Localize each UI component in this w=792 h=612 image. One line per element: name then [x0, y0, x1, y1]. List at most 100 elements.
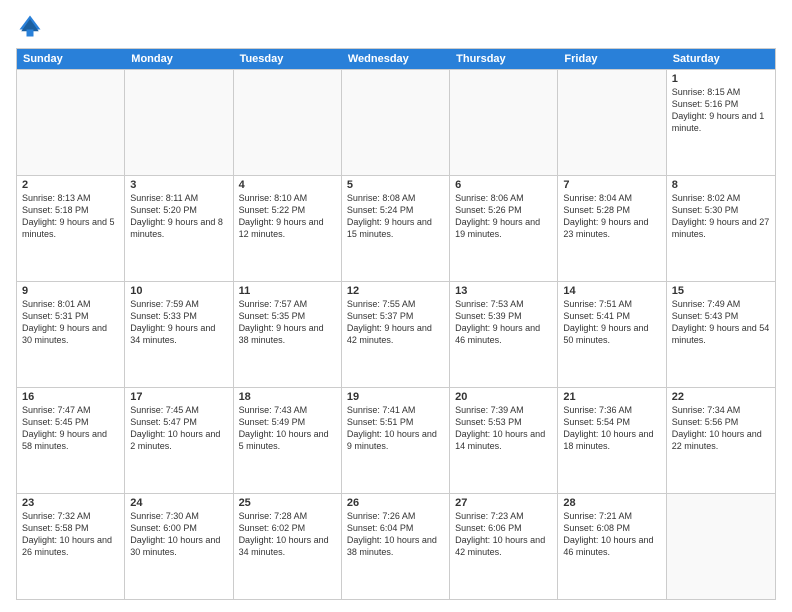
- day-info: Sunrise: 8:01 AM Sunset: 5:31 PM Dayligh…: [22, 298, 119, 347]
- calendar-cell: [125, 70, 233, 175]
- cal-header-day: Monday: [125, 49, 233, 69]
- calendar-cell: 16Sunrise: 7:47 AM Sunset: 5:45 PM Dayli…: [17, 388, 125, 493]
- day-number: 10: [130, 285, 227, 297]
- cal-header-day: Tuesday: [234, 49, 342, 69]
- calendar-cell: 23Sunrise: 7:32 AM Sunset: 5:58 PM Dayli…: [17, 494, 125, 599]
- day-number: 13: [455, 285, 552, 297]
- day-number: 20: [455, 391, 552, 403]
- day-number: 3: [130, 179, 227, 191]
- day-info: Sunrise: 8:04 AM Sunset: 5:28 PM Dayligh…: [563, 192, 660, 241]
- calendar-cell: 17Sunrise: 7:45 AM Sunset: 5:47 PM Dayli…: [125, 388, 233, 493]
- calendar-cell: [450, 70, 558, 175]
- calendar-cell: 3Sunrise: 8:11 AM Sunset: 5:20 PM Daylig…: [125, 176, 233, 281]
- day-number: 2: [22, 179, 119, 191]
- cal-header-day: Thursday: [450, 49, 558, 69]
- day-info: Sunrise: 7:21 AM Sunset: 6:08 PM Dayligh…: [563, 510, 660, 559]
- calendar-cell: [342, 70, 450, 175]
- day-info: Sunrise: 7:32 AM Sunset: 5:58 PM Dayligh…: [22, 510, 119, 559]
- day-number: 11: [239, 285, 336, 297]
- day-info: Sunrise: 8:08 AM Sunset: 5:24 PM Dayligh…: [347, 192, 444, 241]
- calendar-cell: 1Sunrise: 8:15 AM Sunset: 5:16 PM Daylig…: [667, 70, 775, 175]
- day-number: 9: [22, 285, 119, 297]
- day-info: Sunrise: 7:41 AM Sunset: 5:51 PM Dayligh…: [347, 404, 444, 453]
- calendar-cell: 14Sunrise: 7:51 AM Sunset: 5:41 PM Dayli…: [558, 282, 666, 387]
- calendar-cell: 5Sunrise: 8:08 AM Sunset: 5:24 PM Daylig…: [342, 176, 450, 281]
- day-number: 19: [347, 391, 444, 403]
- day-info: Sunrise: 7:59 AM Sunset: 5:33 PM Dayligh…: [130, 298, 227, 347]
- day-number: 12: [347, 285, 444, 297]
- calendar-cell: [234, 70, 342, 175]
- calendar-cell: 28Sunrise: 7:21 AM Sunset: 6:08 PM Dayli…: [558, 494, 666, 599]
- calendar-cell: 19Sunrise: 7:41 AM Sunset: 5:51 PM Dayli…: [342, 388, 450, 493]
- day-info: Sunrise: 7:55 AM Sunset: 5:37 PM Dayligh…: [347, 298, 444, 347]
- calendar-row: 9Sunrise: 8:01 AM Sunset: 5:31 PM Daylig…: [17, 281, 775, 387]
- day-info: Sunrise: 8:10 AM Sunset: 5:22 PM Dayligh…: [239, 192, 336, 241]
- calendar-row: 1Sunrise: 8:15 AM Sunset: 5:16 PM Daylig…: [17, 69, 775, 175]
- day-number: 5: [347, 179, 444, 191]
- calendar-cell: 7Sunrise: 8:04 AM Sunset: 5:28 PM Daylig…: [558, 176, 666, 281]
- day-number: 8: [672, 179, 770, 191]
- day-number: 27: [455, 497, 552, 509]
- day-info: Sunrise: 7:23 AM Sunset: 6:06 PM Dayligh…: [455, 510, 552, 559]
- day-number: 26: [347, 497, 444, 509]
- day-number: 23: [22, 497, 119, 509]
- day-info: Sunrise: 7:28 AM Sunset: 6:02 PM Dayligh…: [239, 510, 336, 559]
- calendar-cell: 9Sunrise: 8:01 AM Sunset: 5:31 PM Daylig…: [17, 282, 125, 387]
- day-number: 4: [239, 179, 336, 191]
- calendar-cell: 18Sunrise: 7:43 AM Sunset: 5:49 PM Dayli…: [234, 388, 342, 493]
- calendar-cell: 10Sunrise: 7:59 AM Sunset: 5:33 PM Dayli…: [125, 282, 233, 387]
- calendar-cell: 27Sunrise: 7:23 AM Sunset: 6:06 PM Dayli…: [450, 494, 558, 599]
- day-info: Sunrise: 7:47 AM Sunset: 5:45 PM Dayligh…: [22, 404, 119, 453]
- calendar: SundayMondayTuesdayWednesdayThursdayFrid…: [16, 48, 776, 600]
- day-info: Sunrise: 7:51 AM Sunset: 5:41 PM Dayligh…: [563, 298, 660, 347]
- day-info: Sunrise: 7:53 AM Sunset: 5:39 PM Dayligh…: [455, 298, 552, 347]
- calendar-cell: 11Sunrise: 7:57 AM Sunset: 5:35 PM Dayli…: [234, 282, 342, 387]
- day-number: 21: [563, 391, 660, 403]
- day-number: 16: [22, 391, 119, 403]
- day-info: Sunrise: 8:11 AM Sunset: 5:20 PM Dayligh…: [130, 192, 227, 241]
- day-number: 6: [455, 179, 552, 191]
- day-number: 22: [672, 391, 770, 403]
- calendar-cell: 12Sunrise: 7:55 AM Sunset: 5:37 PM Dayli…: [342, 282, 450, 387]
- calendar-cell: 21Sunrise: 7:36 AM Sunset: 5:54 PM Dayli…: [558, 388, 666, 493]
- cal-header-day: Saturday: [667, 49, 775, 69]
- day-info: Sunrise: 7:45 AM Sunset: 5:47 PM Dayligh…: [130, 404, 227, 453]
- day-number: 25: [239, 497, 336, 509]
- cal-header-day: Friday: [558, 49, 666, 69]
- day-number: 18: [239, 391, 336, 403]
- day-info: Sunrise: 7:34 AM Sunset: 5:56 PM Dayligh…: [672, 404, 770, 453]
- day-info: Sunrise: 7:49 AM Sunset: 5:43 PM Dayligh…: [672, 298, 770, 347]
- logo: [16, 12, 48, 40]
- header: [16, 12, 776, 40]
- calendar-body: 1Sunrise: 8:15 AM Sunset: 5:16 PM Daylig…: [17, 69, 775, 599]
- calendar-row: 23Sunrise: 7:32 AM Sunset: 5:58 PM Dayli…: [17, 493, 775, 599]
- day-info: Sunrise: 8:13 AM Sunset: 5:18 PM Dayligh…: [22, 192, 119, 241]
- calendar-cell: 26Sunrise: 7:26 AM Sunset: 6:04 PM Dayli…: [342, 494, 450, 599]
- day-info: Sunrise: 7:57 AM Sunset: 5:35 PM Dayligh…: [239, 298, 336, 347]
- calendar-row: 16Sunrise: 7:47 AM Sunset: 5:45 PM Dayli…: [17, 387, 775, 493]
- day-number: 15: [672, 285, 770, 297]
- calendar-cell: 2Sunrise: 8:13 AM Sunset: 5:18 PM Daylig…: [17, 176, 125, 281]
- calendar-cell: [558, 70, 666, 175]
- day-number: 24: [130, 497, 227, 509]
- day-number: 14: [563, 285, 660, 297]
- day-info: Sunrise: 7:30 AM Sunset: 6:00 PM Dayligh…: [130, 510, 227, 559]
- day-info: Sunrise: 7:39 AM Sunset: 5:53 PM Dayligh…: [455, 404, 552, 453]
- day-info: Sunrise: 7:26 AM Sunset: 6:04 PM Dayligh…: [347, 510, 444, 559]
- calendar-cell: 24Sunrise: 7:30 AM Sunset: 6:00 PM Dayli…: [125, 494, 233, 599]
- day-info: Sunrise: 8:06 AM Sunset: 5:26 PM Dayligh…: [455, 192, 552, 241]
- day-info: Sunrise: 8:15 AM Sunset: 5:16 PM Dayligh…: [672, 86, 770, 135]
- calendar-cell: 4Sunrise: 8:10 AM Sunset: 5:22 PM Daylig…: [234, 176, 342, 281]
- day-info: Sunrise: 8:02 AM Sunset: 5:30 PM Dayligh…: [672, 192, 770, 241]
- calendar-cell: 20Sunrise: 7:39 AM Sunset: 5:53 PM Dayli…: [450, 388, 558, 493]
- calendar-cell: 22Sunrise: 7:34 AM Sunset: 5:56 PM Dayli…: [667, 388, 775, 493]
- calendar-cell: 15Sunrise: 7:49 AM Sunset: 5:43 PM Dayli…: [667, 282, 775, 387]
- calendar-header: SundayMondayTuesdayWednesdayThursdayFrid…: [17, 49, 775, 69]
- cal-header-day: Sunday: [17, 49, 125, 69]
- calendar-cell: 8Sunrise: 8:02 AM Sunset: 5:30 PM Daylig…: [667, 176, 775, 281]
- calendar-cell: [17, 70, 125, 175]
- day-number: 7: [563, 179, 660, 191]
- day-number: 1: [672, 73, 770, 85]
- calendar-cell: 6Sunrise: 8:06 AM Sunset: 5:26 PM Daylig…: [450, 176, 558, 281]
- cal-header-day: Wednesday: [342, 49, 450, 69]
